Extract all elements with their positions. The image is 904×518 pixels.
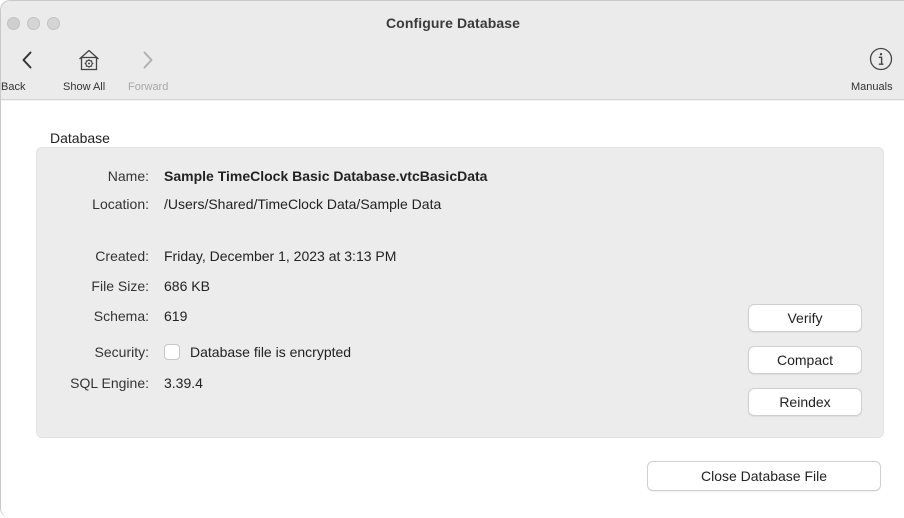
- location-value: /Users/Shared/TimeClock Data/Sample Data: [164, 196, 442, 212]
- show-all-label: Show All: [63, 81, 106, 93]
- filesize-key: File Size:: [91, 278, 149, 294]
- section-label: Database: [50, 130, 110, 146]
- info-circle-icon: [869, 47, 893, 74]
- chevron-right-icon: [143, 51, 153, 72]
- close-database-file-button[interactable]: Close Database File: [647, 461, 881, 491]
- name-row: Name: Sample TimeClock Basic Database.vt…: [36, 166, 736, 186]
- forward-label: Forward: [128, 81, 169, 93]
- schema-row: Schema: 619: [36, 306, 736, 326]
- created-row: Created: Friday, December 1, 2023 at 3:1…: [36, 246, 736, 266]
- back-label: Back: [1, 81, 26, 93]
- chevron-left-icon: [22, 51, 32, 72]
- sqlengine-row: SQL Engine: 3.39.4: [36, 373, 736, 393]
- window-title: Configure Database: [385, 15, 521, 31]
- location-key: Location:: [92, 196, 149, 212]
- manuals-label: Manuals: [851, 81, 893, 93]
- name-key: Name:: [107, 168, 149, 184]
- verify-button[interactable]: Verify: [748, 304, 862, 332]
- created-key: Created:: [95, 248, 149, 264]
- sqlengine-key: SQL Engine:: [70, 375, 149, 391]
- reindex-button[interactable]: Reindex: [748, 388, 862, 416]
- security-row: Security: Database file is encrypted: [36, 342, 736, 362]
- filesize-value: 686 KB: [164, 278, 210, 294]
- house-gear-icon: [77, 48, 101, 75]
- toolbar: Configure Database Back Show All Forward…: [1, 1, 904, 100]
- name-value: Sample TimeClock Basic Database.vtcBasic…: [164, 168, 488, 184]
- encrypted-checkbox-label[interactable]: Database file is encrypted: [190, 342, 351, 362]
- location-row: Location: /Users/Shared/TimeClock Data/S…: [36, 194, 736, 214]
- compact-button[interactable]: Compact: [748, 346, 862, 374]
- schema-key: Schema:: [93, 308, 149, 324]
- schema-value: 619: [164, 308, 188, 324]
- sqlengine-value: 3.39.4: [164, 375, 203, 391]
- encrypted-checkbox[interactable]: [164, 344, 180, 360]
- security-key: Security:: [94, 344, 149, 360]
- filesize-row: File Size: 686 KB: [36, 276, 736, 296]
- created-value: Friday, December 1, 2023 at 3:13 PM: [164, 248, 397, 264]
